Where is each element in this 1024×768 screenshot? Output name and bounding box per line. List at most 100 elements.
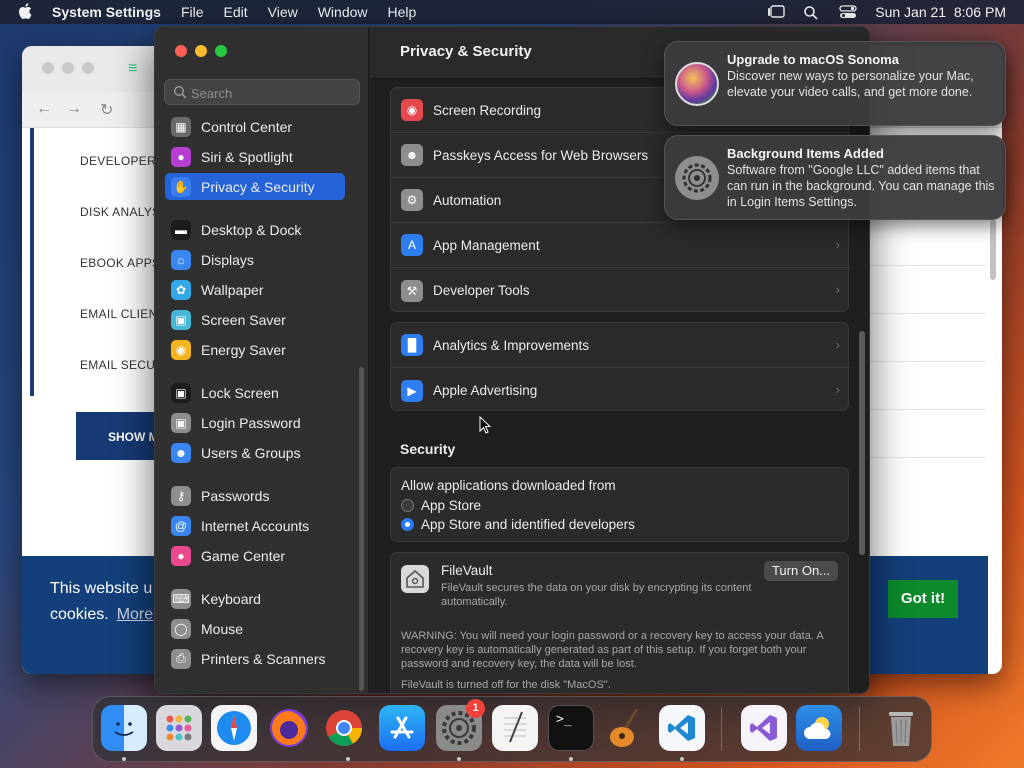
- radio-app-store-identified[interactable]: App Store and identified developers: [401, 517, 635, 532]
- category-item[interactable]: EMAIL CLIENT: [80, 307, 165, 321]
- running-indicator: [122, 757, 126, 761]
- category-item[interactable]: DISK ANALYS: [80, 205, 160, 219]
- filevault-turn-on-button[interactable]: Turn On...: [764, 561, 838, 581]
- sidebar-item-label: Siri & Spotlight: [201, 148, 293, 165]
- settings-sidebar: ▦ Control Center ● Siri & Spotlight ✋ Privacy…: [155, 27, 369, 693]
- sidebar-item-label: Passwords: [201, 487, 270, 504]
- sidebar-item-label: Keyboard: [201, 590, 261, 607]
- terminal-app-icon[interactable]: >_: [548, 705, 594, 751]
- sidebar-item-label: Login Password: [201, 414, 301, 431]
- sidebar-item-printers-scanners[interactable]: ⎙ Printers & Scanners: [165, 645, 345, 672]
- app-store-icon: A: [401, 234, 423, 256]
- person-icon: ☻: [401, 144, 423, 166]
- notification-background-items[interactable]: Background Items Added Software from "Go…: [664, 135, 1006, 220]
- row-app-management[interactable]: A App Management ›: [391, 223, 850, 268]
- menu-bar-clock[interactable]: Sun Jan 21 8:06 PM: [875, 4, 1006, 20]
- garageband-app-icon[interactable]: [604, 705, 650, 751]
- sidebar-item-login-password[interactable]: ▣ Login Password: [165, 409, 345, 436]
- category-item[interactable]: EMAIL SECUR: [80, 358, 164, 372]
- notification-sonoma[interactable]: Upgrade to macOS Sonoma Discover new way…: [664, 41, 1006, 126]
- sidebar-item-label: Screen Saver: [201, 311, 286, 328]
- sidebar-item-label: Control Center: [201, 118, 293, 135]
- menu-app-name[interactable]: System Settings: [52, 4, 161, 20]
- sidebar-item-control-center[interactable]: ▦ Control Center: [165, 113, 345, 140]
- sidebar-item-energy-saver[interactable]: ◉ Energy Saver: [165, 336, 345, 363]
- cookie-text-line1: This website u: [50, 580, 153, 597]
- sidebar-item-wallpaper[interactable]: ✿ Wallpaper: [165, 276, 345, 303]
- menu-view[interactable]: View: [268, 4, 298, 20]
- sidebar-item-lock-screen[interactable]: ▣ Lock Screen: [165, 379, 345, 406]
- sidebar-item-keyboard[interactable]: ⌨ Keyboard: [165, 585, 345, 612]
- browser-scrollbar[interactable]: [990, 220, 996, 280]
- filevault-title: FileVault: [441, 563, 493, 578]
- trash-icon[interactable]: [878, 705, 924, 751]
- sidebar-item-desktop-dock[interactable]: ▬ Desktop & Dock: [165, 216, 345, 243]
- browser-zoom-button[interactable]: [82, 62, 94, 74]
- app-store-app-icon[interactable]: [379, 705, 425, 751]
- radio-button-selected[interactable]: [401, 518, 414, 531]
- cookie-accept-button[interactable]: Got it!: [888, 580, 958, 618]
- row-developer-tools[interactable]: ⚒ Developer Tools ›: [391, 268, 850, 313]
- minimize-button[interactable]: [195, 45, 207, 57]
- chrome-app-icon[interactable]: [321, 705, 367, 751]
- sidebar-item-label: Energy Saver: [201, 341, 286, 358]
- menu-help[interactable]: Help: [388, 4, 417, 20]
- browser-close-button[interactable]: [42, 62, 54, 74]
- sun-icon: ☼: [171, 249, 191, 270]
- radio-app-store[interactable]: App Store: [401, 498, 481, 513]
- reload-icon[interactable]: ↻: [100, 100, 113, 120]
- filevault-warning: WARNING: You will need your login passwo…: [401, 630, 824, 670]
- sidebar-item-siri-spotlight[interactable]: ● Siri & Spotlight: [165, 143, 345, 170]
- visual-studio-app-icon[interactable]: [741, 705, 787, 751]
- cookie-more-link[interactable]: More: [117, 606, 153, 623]
- weather-app-icon[interactable]: [796, 705, 842, 751]
- menu-file[interactable]: File: [181, 4, 204, 20]
- row-analytics-improvements[interactable]: █ Analytics & Improvements ›: [391, 323, 850, 368]
- siri-icon: ●: [171, 146, 191, 167]
- close-button[interactable]: [175, 45, 187, 57]
- sonoma-icon: [675, 62, 719, 106]
- sidebar-item-internet-accounts[interactable]: @ Internet Accounts: [165, 512, 345, 539]
- back-arrow-icon[interactable]: ←: [36, 100, 52, 118]
- row-label: Developer Tools: [433, 283, 530, 298]
- sidebar-item-screen-saver[interactable]: ▣ Screen Saver: [165, 306, 345, 333]
- sidebar-item-users-groups[interactable]: ☻ Users & Groups: [165, 439, 345, 466]
- sidebar-scrollbar[interactable]: [359, 367, 364, 691]
- sidebar-item-mouse[interactable]: ◯ Mouse: [165, 615, 345, 642]
- record-icon: ◉: [401, 99, 423, 121]
- sidebar-item-game-center[interactable]: ● Game Center: [165, 542, 345, 569]
- search-input[interactable]: [191, 84, 351, 102]
- zoom-button[interactable]: [215, 45, 227, 57]
- row-label: Analytics & Improvements: [433, 337, 590, 353]
- radio-button[interactable]: [401, 499, 414, 512]
- sidebar-item-passwords[interactable]: ⚷ Passwords: [165, 482, 345, 509]
- sidebar-item-label: Lock Screen: [201, 384, 279, 401]
- system-settings-app-icon[interactable]: 1: [436, 699, 485, 751]
- safari-app-icon[interactable]: [211, 705, 257, 751]
- row-apple-advertising[interactable]: ▶ Apple Advertising ›: [391, 368, 850, 413]
- sidebar-item-displays[interactable]: ☼ Displays: [165, 246, 345, 273]
- category-item[interactable]: EBOOK APPS: [80, 256, 160, 270]
- finder-app-icon[interactable]: [101, 705, 147, 751]
- sidebar-item-label: Desktop & Dock: [201, 221, 302, 238]
- settings-search[interactable]: [164, 79, 360, 105]
- menu-window[interactable]: Window: [318, 4, 368, 20]
- menu-edit[interactable]: Edit: [224, 4, 248, 20]
- running-indicator: [457, 757, 461, 761]
- apple-menu-icon[interactable]: [18, 2, 38, 22]
- chevron-right-icon: ›: [835, 382, 840, 397]
- mouse-cursor-icon: [479, 416, 491, 434]
- main-scrollbar[interactable]: [859, 331, 865, 555]
- launchpad-app-icon[interactable]: [156, 705, 202, 751]
- control-center-toggle-icon[interactable]: [839, 5, 857, 19]
- spotlight-search-icon[interactable]: [803, 5, 821, 20]
- forward-arrow-icon[interactable]: →: [66, 100, 82, 118]
- firefox-app-icon[interactable]: [266, 705, 312, 751]
- radio-label: App Store: [421, 498, 482, 513]
- textedit-app-icon[interactable]: [492, 705, 538, 751]
- sidebar-item-label: Users & Groups: [201, 444, 301, 461]
- vscode-app-icon[interactable]: [659, 705, 705, 751]
- stage-manager-icon[interactable]: [767, 5, 785, 19]
- browser-minimize-button[interactable]: [62, 62, 74, 74]
- sidebar-item-privacy-security[interactable]: ✋ Privacy & Security: [165, 173, 345, 200]
